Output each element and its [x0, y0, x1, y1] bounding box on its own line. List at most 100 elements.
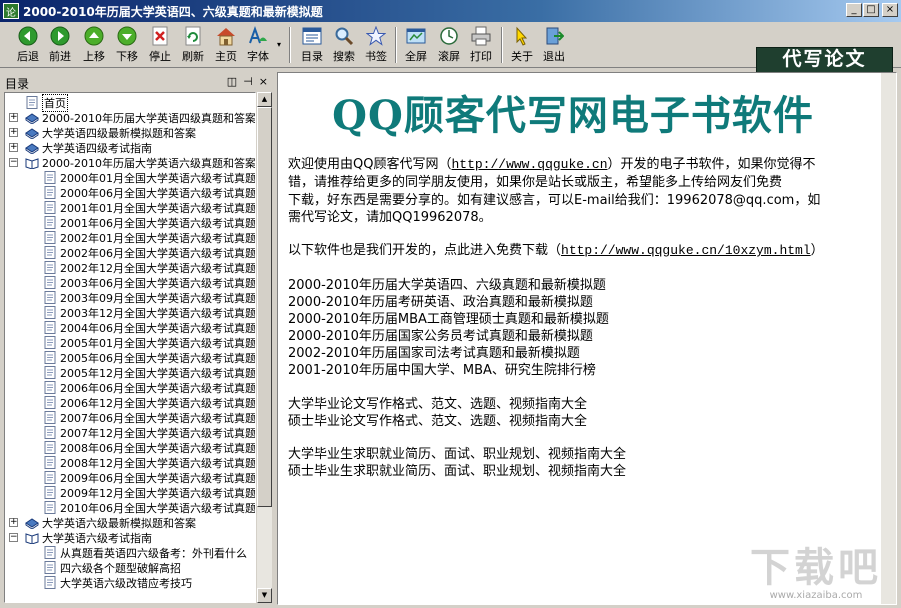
list-item: 硕士毕业论文写作格式、范文、选题、视频指南大全	[288, 414, 588, 429]
tree-item[interactable]: 从真题看英语四六级备考：外刊看什么	[43, 545, 247, 560]
list-item: 2000-2010年历届考研英语、政治真题和最新模拟题	[288, 295, 593, 310]
tree-item[interactable]: 2001年01月全国大学英语六级考试真题	[43, 200, 255, 215]
tree-item[interactable]: 2001年06月全国大学英语六级考试真题	[43, 215, 256, 230]
tree-item[interactable]: 2004年06月全国大学英语六级考试真题	[43, 320, 255, 335]
page-icon	[44, 171, 56, 184]
tree-item[interactable]: 2003年12月全国大学英语六级考试真题	[43, 305, 256, 320]
tree-item[interactable]: 2000年01月全国大学英语六级考试真题	[43, 170, 255, 185]
autoscroll-button[interactable]: 滚屏	[433, 25, 465, 65]
page-icon	[44, 276, 56, 289]
move-up-button[interactable]: 上移	[78, 25, 110, 65]
page-icon	[44, 246, 56, 259]
open-book-icon	[25, 158, 39, 169]
about-button[interactable]: 关于	[506, 25, 538, 65]
move-down-button[interactable]: 下移	[111, 25, 143, 65]
site-link[interactable]: http://www.qqguke.cn	[451, 157, 607, 172]
tree-item[interactable]: 2008年06月全国大学英语六级考试真题	[43, 440, 255, 455]
scroll-thumb[interactable]	[257, 107, 272, 507]
tree-item[interactable]: 首页	[25, 93, 68, 112]
expand-icon[interactable]: +	[9, 113, 18, 122]
list-item: 2000-2010年历届MBA工商管理硕士真题和最新模拟题	[288, 312, 609, 327]
tree-item[interactable]: 2009年12月全国大学英语六级考试真题	[43, 485, 255, 500]
tree-item-label: 2000-2010年历届大学英语六级真题和答案	[42, 156, 256, 170]
tree-item[interactable]: 2007年12月全国大学英语六级考试真题	[43, 425, 255, 440]
tree-item[interactable]: 2002年12月全国大学英语六级考试真题	[43, 260, 255, 275]
search-button[interactable]: 搜索	[328, 25, 360, 65]
tree-item-label: 2001年06月全国大学英语六级考试真题	[60, 216, 256, 230]
collapse-icon[interactable]: −	[9, 158, 18, 167]
tree-item[interactable]: 2000年06月全国大学英语六级考试真题	[43, 185, 255, 200]
expand-icon[interactable]: +	[9, 143, 18, 152]
exit-button[interactable]: 退出	[538, 25, 570, 65]
book-icon	[25, 518, 39, 529]
tree-item[interactable]: 2003年09月全国大学英语六级考试真题	[43, 290, 255, 305]
forward-label: 前进	[49, 50, 71, 63]
tree-item[interactable]: 2000-2010年历届大学英语四级真题和答案	[25, 110, 255, 125]
watermark-logo: 下载吧 www.xiazaiba.com	[746, 546, 886, 602]
panel-close-icon[interactable]: ×	[259, 75, 268, 88]
exit-label: 退出	[543, 50, 565, 63]
content-scrollbar[interactable]	[881, 73, 896, 604]
collapse-icon[interactable]: −	[9, 533, 18, 542]
font-dropdown-arrow[interactable]: ▾	[277, 40, 281, 49]
page-icon	[44, 381, 56, 394]
scroll-down-button[interactable]: ▼	[257, 588, 272, 603]
fullscreen-button[interactable]: 全屏	[400, 25, 432, 65]
tree-item[interactable]: 2006年06月全国大学英语六级考试真题	[43, 380, 255, 395]
app-icon: 论	[3, 3, 19, 19]
back-button[interactable]: 后退	[12, 25, 44, 65]
watermark-url: www.xiazaiba.com	[769, 590, 863, 601]
page-icon	[44, 441, 56, 454]
font-button[interactable]: 字体	[242, 25, 274, 65]
move-down-label: 下移	[116, 50, 138, 63]
tree-item[interactable]: 2005年01月全国大学英语六级考试真题	[43, 335, 255, 350]
list-item: 大学毕业生求职就业简历、面试、职业规划、视频指南大全	[288, 447, 627, 462]
refresh-button[interactable]: 刷新	[177, 25, 209, 65]
tree-item[interactable]: 大学英语四级最新模拟题和答案	[25, 125, 196, 140]
forward-button[interactable]: 前进	[44, 25, 76, 65]
tree-item-label: 2003年12月全国大学英语六级考试真题	[60, 306, 256, 320]
back-arrow-icon	[17, 25, 39, 47]
contents-panel-header: 目录 ◫ ⊣ ×	[2, 74, 270, 92]
tree-item-label: 2005年12月全国大学英语六级考试真题	[60, 366, 256, 380]
home-button[interactable]: 主页	[210, 25, 242, 65]
tree-item[interactable]: 2006年12月全国大学英语六级考试真题	[43, 395, 255, 410]
tree-item[interactable]: 2005年12月全国大学英语六级考试真题	[43, 365, 256, 380]
tree-item-label: 2002年06月全国大学英语六级考试真题	[60, 246, 256, 260]
tree-item[interactable]: 2009年06月全国大学英语六级考试真题	[43, 470, 255, 485]
print-button[interactable]: 打印	[465, 25, 497, 65]
download-link[interactable]: http://www.qqguke.cn/10xzym.html	[561, 243, 811, 258]
tree-item[interactable]: 2002年01月全国大学英语六级考试真题	[43, 230, 255, 245]
tree-item[interactable]: 2007年06月全国大学英语六级考试真题	[43, 410, 255, 425]
contents-button[interactable]: 目录	[296, 25, 328, 65]
up-arrow-icon	[83, 25, 105, 47]
scroll-up-button[interactable]: ▲	[257, 92, 272, 107]
tree-item[interactable]: 大学英语六级改错应考技巧	[43, 575, 192, 590]
watermark-main: 下载吧	[750, 545, 882, 591]
expand-icon[interactable]: +	[9, 518, 18, 527]
tree-item[interactable]: 2005年06月全国大学英语六级考试真题	[43, 350, 255, 365]
panel-dock-icon[interactable]: ◫	[227, 75, 237, 88]
tree-item[interactable]: 2010年06月全国大学英语六级考试真题	[43, 500, 255, 515]
maximize-button[interactable]: □	[863, 3, 879, 17]
home-icon	[215, 25, 237, 47]
bookmark-button[interactable]: 书签	[360, 25, 392, 65]
tree-item[interactable]: 大学英语四级考试指南	[25, 140, 152, 155]
autoscroll-label: 滚屏	[438, 50, 460, 63]
tree-item[interactable]: 2003年06月全国大学英语六级考试真题	[43, 275, 255, 290]
minimize-button[interactable]: _	[846, 3, 862, 17]
close-button[interactable]: ×	[882, 3, 898, 17]
tree-item[interactable]: 四六级各个题型破解高招	[43, 560, 181, 575]
page-icon	[44, 546, 56, 559]
contents-tree: 首页 +2000-2010年历届大学英语四级真题和答案 + 大学英语四级最新模拟题和答…	[4, 92, 256, 603]
tree-item[interactable]: 大学英语六级考试指南	[25, 530, 152, 545]
tree-scrollbar[interactable]: ▲ ▼	[257, 92, 272, 603]
tree-item[interactable]: 2000-2010年历届大学英语六级真题和答案	[25, 155, 256, 170]
book-icon	[25, 113, 39, 124]
tree-item[interactable]: 大学英语六级最新模拟题和答案	[25, 515, 196, 530]
stop-button[interactable]: 停止	[144, 25, 176, 65]
tree-item[interactable]: 2008年12月全国大学英语六级考试真题	[43, 455, 255, 470]
expand-icon[interactable]: +	[9, 128, 18, 137]
tree-item[interactable]: 2002年06月全国大学英语六级考试真题	[43, 245, 256, 260]
panel-pin-icon[interactable]: ⊣	[243, 75, 253, 88]
